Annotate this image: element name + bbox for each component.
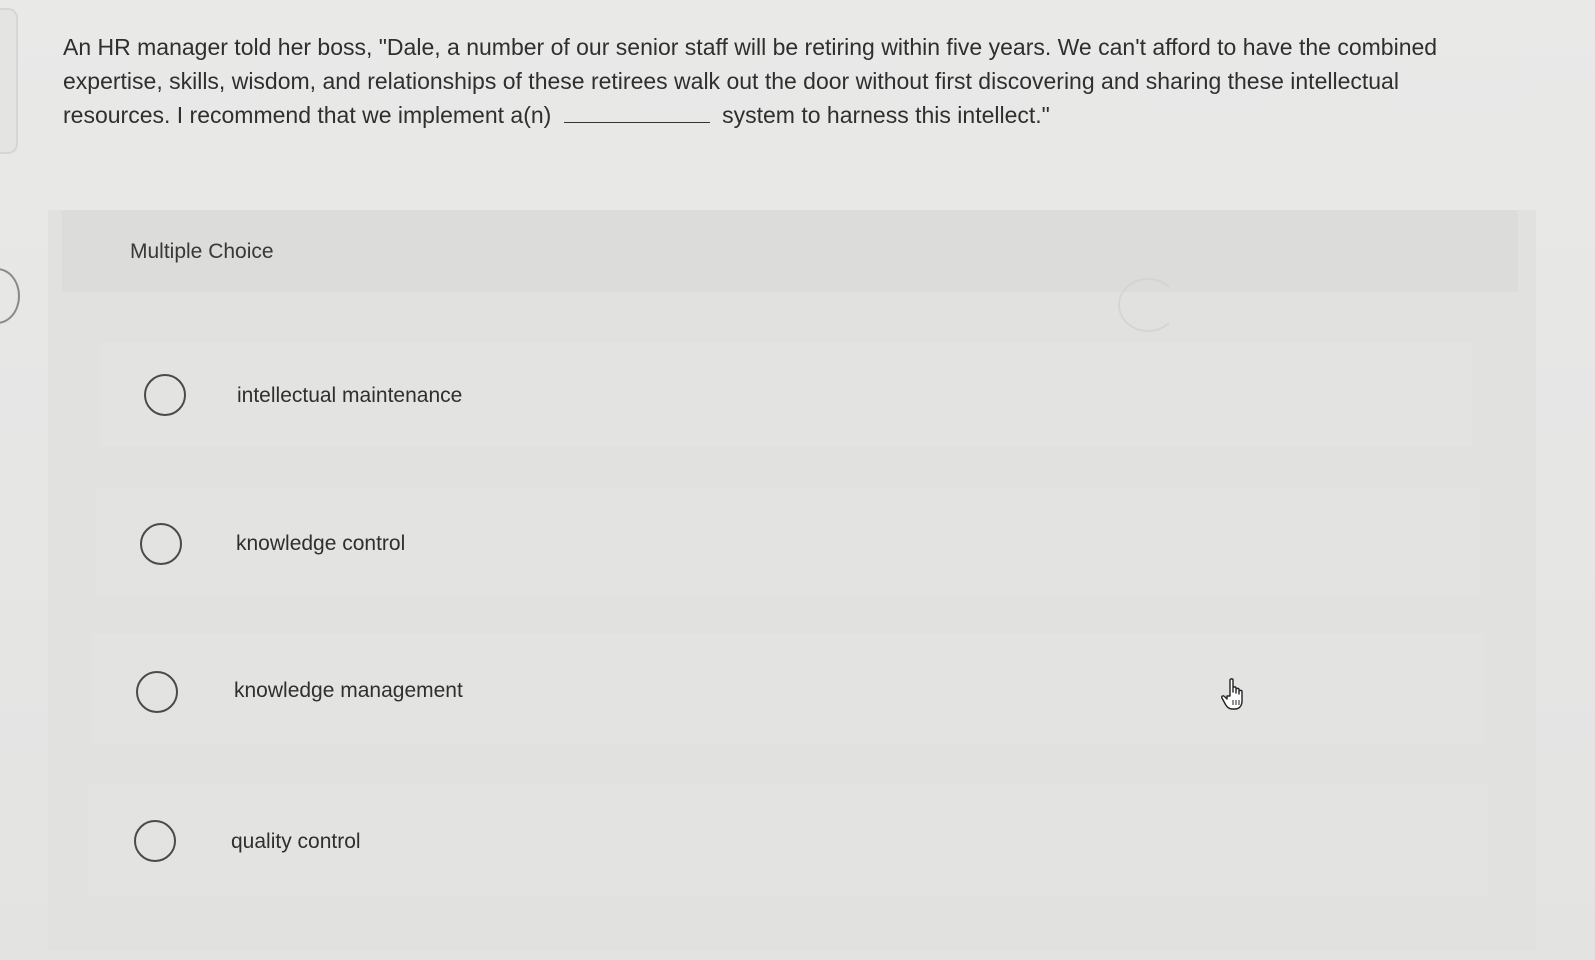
multiple-choice-label: Multiple Choice [130, 240, 274, 263]
radio-button-icon[interactable] [144, 374, 186, 416]
option-label[interactable]: knowledge management [234, 679, 463, 703]
quiz-page: An HR manager told her boss, "Dale, a nu… [0, 0, 1595, 960]
side-nav-button[interactable] [0, 268, 20, 324]
radio-button-icon[interactable] [136, 671, 178, 713]
question-prompt: An HR manager told her boss, "Dale, a nu… [63, 30, 1503, 132]
answer-blank [563, 102, 710, 123]
option-intellectual-maintenance[interactable]: intellectual maintenance [100, 342, 1472, 446]
question-text-after: system to harness this intellect." [722, 102, 1050, 128]
radio-button-icon[interactable] [134, 820, 176, 862]
option-knowledge-management[interactable]: knowledge management [92, 634, 1484, 744]
radio-button-icon[interactable] [140, 523, 182, 565]
loading-spinner-icon [1118, 278, 1178, 332]
option-label[interactable]: intellectual maintenance [237, 384, 462, 408]
multiple-choice-panel: Multiple Choice intellectual maintenance… [48, 210, 1536, 950]
multiple-choice-header: Multiple Choice [62, 210, 1518, 292]
option-label[interactable]: knowledge control [236, 532, 405, 556]
side-panel-tab[interactable] [0, 8, 18, 154]
option-label[interactable]: quality control [231, 830, 361, 854]
option-knowledge-control[interactable]: knowledge control [96, 488, 1480, 596]
hand-pointer-cursor-icon [1221, 678, 1243, 710]
option-quality-control[interactable]: quality control [88, 784, 1488, 896]
